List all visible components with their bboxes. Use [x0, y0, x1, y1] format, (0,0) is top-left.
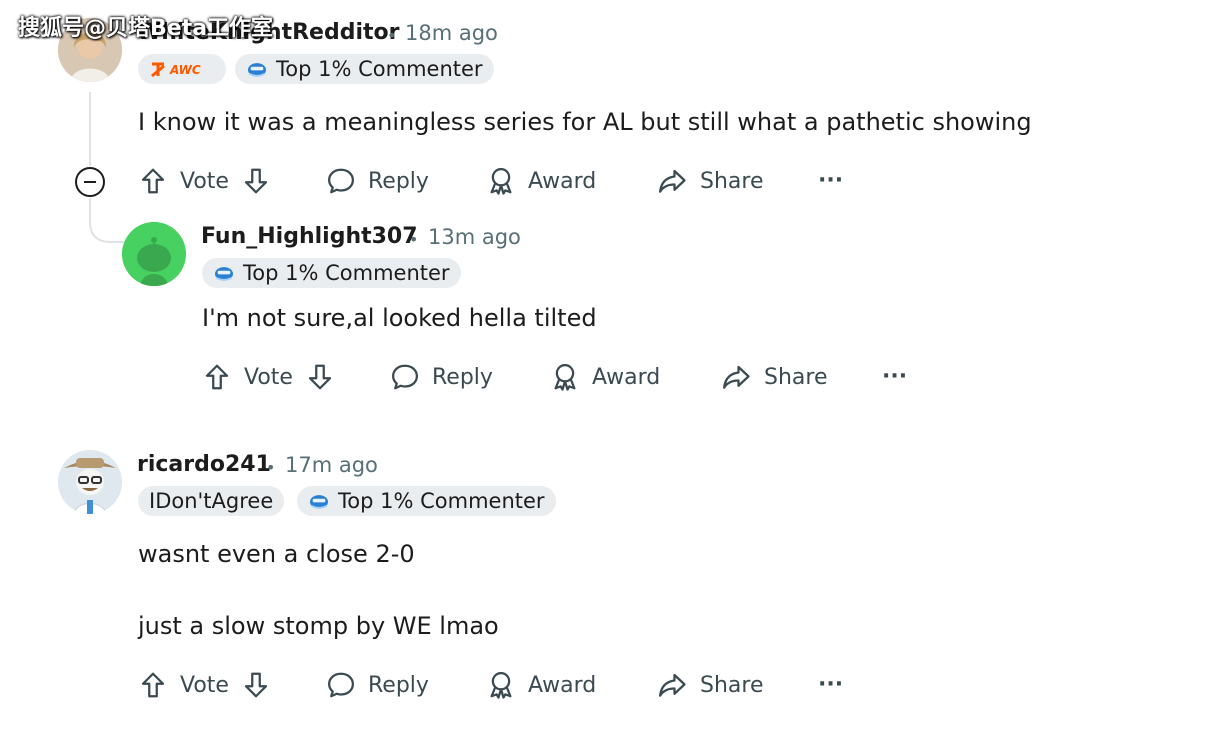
more-options-button[interactable]: ···	[818, 168, 843, 193]
premium-commenter-icon	[246, 60, 268, 78]
comment-body-line: just a slow stomp by WE lmao	[138, 612, 499, 640]
flair-label: Top 1% Commenter	[276, 57, 483, 81]
award-button[interactable]: Award	[486, 166, 596, 196]
vote-control: Vote	[202, 362, 335, 392]
award-icon	[550, 362, 580, 392]
comment-body-line: wasnt even a close 2-0	[138, 540, 415, 568]
separator-dot: •	[387, 26, 397, 45]
award-label: Award	[528, 672, 597, 698]
premium-commenter-icon	[213, 264, 235, 282]
flair-label: IDon'tAgree	[149, 489, 274, 513]
vote-label: Vote	[244, 364, 293, 390]
flair-label: Top 1% Commenter	[243, 261, 450, 285]
more-options-icon: ···	[882, 364, 908, 389]
share-arrow-icon	[656, 166, 688, 196]
downvote-icon[interactable]	[241, 670, 271, 700]
svg-text:AWC: AWC	[169, 63, 201, 77]
comment-bubble-icon	[326, 166, 356, 196]
minus-circle-icon	[75, 167, 105, 197]
comment-timestamp[interactable]: 17m ago	[285, 453, 378, 477]
separator-dot: •	[409, 230, 419, 249]
share-arrow-icon	[656, 670, 688, 700]
reply-button[interactable]: Reply	[390, 362, 493, 392]
fnatic-logo-icon: AWC	[151, 62, 201, 78]
award-label: Award	[528, 168, 597, 194]
award-icon	[486, 670, 516, 700]
more-options-button[interactable]: ···	[882, 364, 907, 389]
more-options-icon: ···	[818, 672, 844, 697]
award-label: Award	[592, 364, 661, 390]
more-options-button[interactable]: ···	[818, 672, 843, 697]
upvote-icon[interactable]	[138, 166, 168, 196]
vote-control: Vote	[138, 166, 271, 196]
upvote-icon[interactable]	[202, 362, 232, 392]
separator-dot: •	[266, 458, 276, 477]
avatar[interactable]	[58, 450, 122, 514]
comment-bubble-icon	[326, 670, 356, 700]
reply-label: Reply	[368, 672, 429, 698]
comment-body: I'm not sure,al looked hella tilted	[202, 304, 597, 332]
avatar[interactable]	[122, 222, 186, 286]
share-label: Share	[700, 168, 764, 194]
vote-control: Vote	[138, 670, 271, 700]
team-flair-fnatic: AWC	[138, 54, 226, 84]
collapse-thread-button[interactable]	[74, 166, 106, 198]
award-button[interactable]: Award	[486, 670, 596, 700]
flair-badge: Top 1% Commenter	[235, 54, 494, 84]
upvote-icon[interactable]	[138, 670, 168, 700]
explorer-avatar-icon	[58, 450, 122, 514]
watermark-text: 搜狐号@贝塔Beta工作室	[18, 16, 274, 41]
comment-body: I know it was a meaningless series for A…	[138, 108, 1032, 136]
comment-bubble-icon	[390, 362, 420, 392]
flair-badge: Top 1% Commenter	[202, 258, 461, 288]
share-button[interactable]: Share	[656, 166, 764, 196]
share-arrow-icon	[720, 362, 752, 392]
award-icon	[486, 166, 516, 196]
thread-line[interactable]	[89, 92, 91, 166]
share-button[interactable]: Share	[656, 670, 764, 700]
thread-branch-curve	[89, 222, 125, 243]
reply-label: Reply	[368, 168, 429, 194]
comment-username[interactable]: ricardo241	[137, 452, 271, 477]
downvote-icon[interactable]	[241, 166, 271, 196]
reply-label: Reply	[432, 364, 493, 390]
comment-timestamp[interactable]: 13m ago	[428, 225, 521, 249]
reply-button[interactable]: Reply	[326, 670, 429, 700]
vote-label: Vote	[180, 672, 229, 698]
vote-label: Vote	[180, 168, 229, 194]
more-options-icon: ···	[818, 168, 844, 193]
downvote-icon[interactable]	[305, 362, 335, 392]
share-label: Share	[764, 364, 828, 390]
flair-badge: Top 1% Commenter	[297, 486, 556, 516]
flair-badge: IDon'tAgree	[138, 486, 285, 516]
flair-label: Top 1% Commenter	[338, 489, 545, 513]
share-button[interactable]: Share	[720, 362, 828, 392]
share-label: Share	[700, 672, 764, 698]
comment-timestamp[interactable]: 18m ago	[405, 21, 498, 45]
award-button[interactable]: Award	[550, 362, 660, 392]
premium-commenter-icon	[308, 492, 330, 510]
reply-button[interactable]: Reply	[326, 166, 429, 196]
comment-username[interactable]: Fun_Highlight307	[201, 224, 418, 249]
snoo-avatar-icon	[122, 222, 186, 286]
